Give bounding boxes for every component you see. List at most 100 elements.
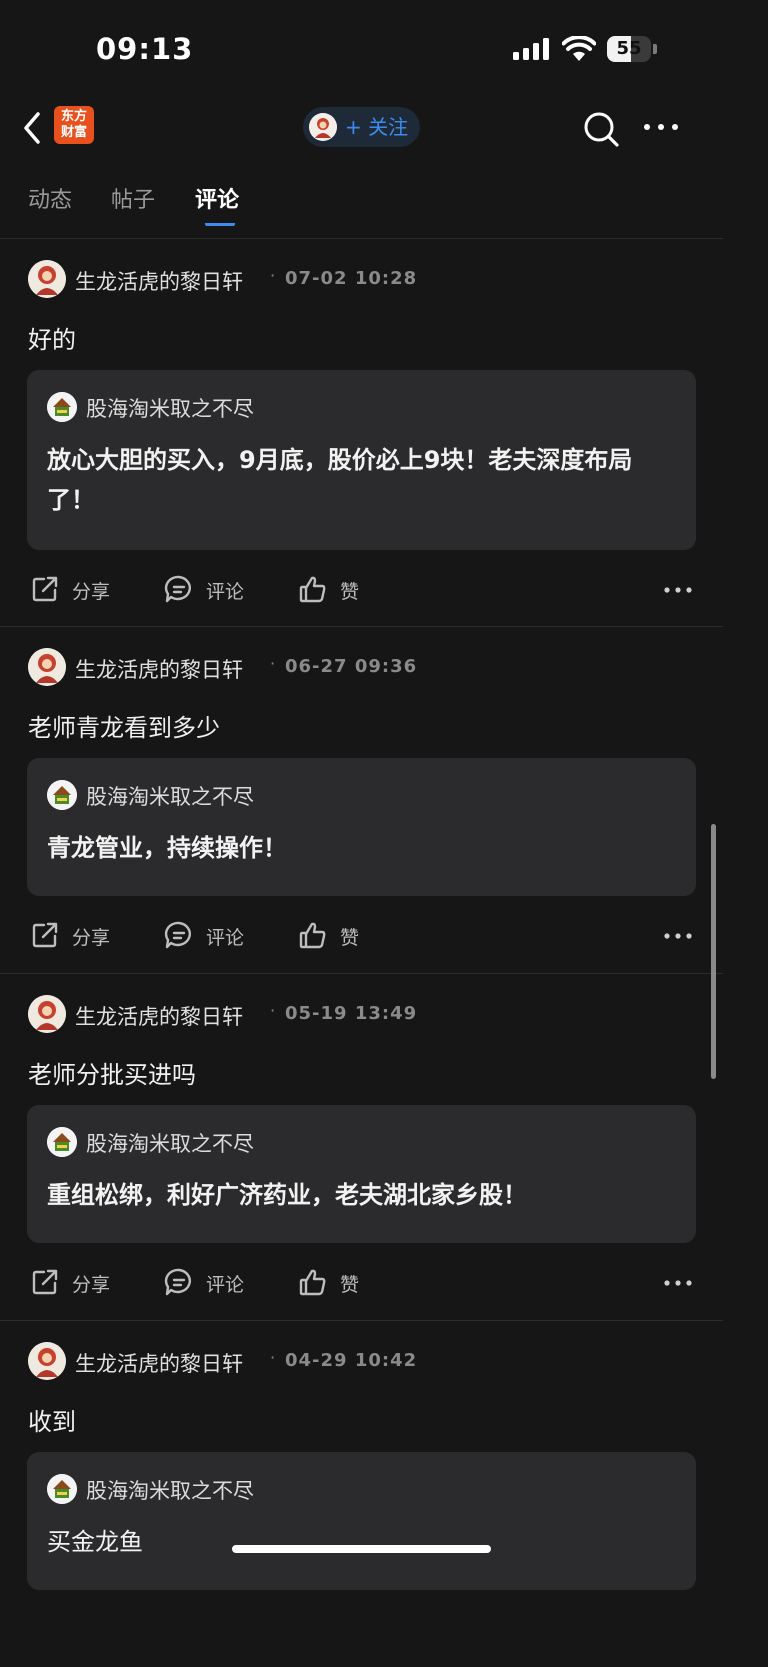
avatar (309, 113, 337, 141)
avatar[interactable] (28, 648, 66, 686)
comment-text: 老师青龙看到多少 (28, 714, 220, 742)
comment-button[interactable]: 评论 (164, 569, 254, 609)
like-button[interactable]: 赞 (298, 569, 368, 609)
avatar[interactable] (28, 995, 66, 1033)
battery-icon: 55 (607, 36, 651, 62)
quoted-avatar (47, 1127, 77, 1157)
cellular-signal-icon (513, 38, 549, 60)
tab-bar: 动态 帖子 评论 (0, 162, 723, 239)
status-time: 09:13 (96, 32, 194, 66)
more-dots-icon[interactable] (664, 1280, 692, 1286)
thumbs-up-icon (299, 922, 326, 949)
comment-text: 收到 (28, 1408, 76, 1436)
quoted-text: 买金龙鱼 (47, 1528, 143, 1556)
separator: · (270, 1348, 276, 1367)
comment-item[interactable]: 生龙活虎的黎日轩 · 04-29 10:42 收到 股海淘米取之不尽 买金龙鱼 (0, 1321, 723, 1667)
separator: · (270, 654, 276, 673)
share-icon (32, 922, 58, 948)
like-label: 赞 (340, 1274, 360, 1296)
action-bar: 分享 评论 赞 (0, 915, 723, 955)
timestamp: 05-19 13:49 (285, 1003, 418, 1024)
quoted-username[interactable]: 股海淘米取之不尽 (86, 1475, 254, 1505)
separator: · (270, 1001, 276, 1020)
comment-label: 评论 (206, 581, 245, 603)
comment-item[interactable]: 生龙活虎的黎日轩 · 07-02 10:28 好的 股海淘米取之不尽 放心大胆的… (0, 239, 723, 627)
tab-comments[interactable]: 评论 (195, 182, 239, 214)
quoted-avatar (47, 780, 77, 810)
like-label: 赞 (340, 581, 360, 603)
share-button[interactable]: 分享 (30, 569, 120, 609)
chevron-left-icon[interactable] (18, 110, 48, 146)
comment-icon (164, 921, 191, 949)
avatar[interactable] (28, 1342, 66, 1380)
timestamp: 07-02 10:28 (285, 268, 418, 289)
comment-text: 老师分批买进吗 (28, 1061, 196, 1089)
username[interactable]: 生龙活虎的黎日轩 (75, 266, 243, 296)
avatar[interactable] (28, 260, 66, 298)
share-button[interactable]: 分享 (30, 915, 120, 955)
timestamp: 06-27 09:36 (285, 656, 418, 677)
follow-label: + 关注 (345, 115, 409, 139)
comment-button[interactable]: 评论 (164, 1262, 254, 1302)
wifi-icon (562, 36, 596, 61)
tab-posts[interactable]: 帖子 (111, 182, 155, 214)
comment-feed: 生龙活虎的黎日轩 · 07-02 10:28 好的 股海淘米取之不尽 放心大胆的… (0, 239, 723, 1667)
more-dots-icon[interactable] (664, 587, 692, 593)
more-dots-icon[interactable] (664, 933, 692, 939)
comment-button[interactable]: 评论 (164, 915, 254, 955)
share-button[interactable]: 分享 (30, 1262, 120, 1302)
search-icon[interactable] (582, 110, 620, 148)
quoted-header: 股海淘米取之不尽 (47, 1474, 676, 1506)
logo-text-bottom: 财富 (60, 125, 87, 140)
quoted-username[interactable]: 股海淘米取之不尽 (86, 1128, 254, 1158)
comment-icon (164, 575, 191, 603)
scrollbar[interactable] (711, 824, 716, 1079)
quoted-username[interactable]: 股海淘米取之不尽 (86, 393, 254, 423)
logo-text-top: 东方 (60, 109, 87, 124)
active-tab-indicator (205, 219, 235, 226)
comment-item[interactable]: 生龙活虎的黎日轩 · 06-27 09:36 老师青龙看到多少 股海淘米取之不尽… (0, 627, 723, 974)
quoted-header: 股海淘米取之不尽 (47, 1127, 676, 1159)
tab-dynamic[interactable]: 动态 (28, 182, 72, 214)
separator: · (270, 266, 276, 285)
battery-tip (653, 44, 657, 54)
quoted-post[interactable]: 股海淘米取之不尽 青龙管业，持续操作！ (27, 758, 696, 896)
username[interactable]: 生龙活虎的黎日轩 (75, 1348, 243, 1378)
like-button[interactable]: 赞 (298, 1262, 368, 1302)
action-bar: 分享 评论 赞 (0, 569, 723, 609)
quoted-text: 放心大胆的买入，9月底，股价必上9块！老夫深度布局了！ (47, 446, 633, 514)
comment-text: 好的 (28, 326, 76, 354)
quoted-post[interactable]: 股海淘米取之不尽 放心大胆的买入，9月底，股价必上9块！老夫深度布局了！ (27, 370, 696, 550)
like-button[interactable]: 赞 (298, 915, 368, 955)
quoted-username[interactable]: 股海淘米取之不尽 (86, 781, 254, 811)
app-logo[interactable]: 东方 财富 (54, 106, 94, 144)
username[interactable]: 生龙活虎的黎日轩 (75, 654, 243, 684)
share-label: 分享 (72, 1274, 111, 1296)
quoted-header: 股海淘米取之不尽 (47, 780, 676, 812)
username[interactable]: 生龙活虎的黎日轩 (75, 1001, 243, 1031)
more-dots-icon[interactable] (642, 118, 680, 136)
share-icon (32, 576, 58, 602)
comment-label: 评论 (206, 927, 245, 949)
nav-bar: 东方 财富 + 关注 (0, 96, 723, 162)
follow-button[interactable]: + 关注 (303, 107, 420, 147)
thumbs-up-icon (299, 1269, 326, 1296)
battery-percent: 55 (616, 38, 642, 59)
home-indicator[interactable] (232, 1545, 491, 1553)
quoted-text: 重组松绑，利好广济药业，老夫湖北家乡股！ (47, 1181, 527, 1209)
timestamp: 04-29 10:42 (285, 1350, 418, 1371)
status-bar: 09:13 55 (0, 0, 723, 96)
comment-label: 评论 (206, 1274, 245, 1296)
comment-icon (164, 1268, 191, 1296)
action-bar: 分享 评论 赞 (0, 1262, 723, 1302)
share-label: 分享 (72, 927, 111, 949)
comment-item[interactable]: 生龙活虎的黎日轩 · 05-19 13:49 老师分批买进吗 股海淘米取之不尽 … (0, 974, 723, 1321)
quoted-header: 股海淘米取之不尽 (47, 392, 676, 424)
like-label: 赞 (340, 927, 360, 949)
quoted-avatar (47, 392, 77, 422)
quoted-post[interactable]: 股海淘米取之不尽 买金龙鱼 (27, 1452, 696, 1590)
quoted-avatar (47, 1474, 77, 1504)
share-icon (32, 1269, 58, 1295)
quoted-post[interactable]: 股海淘米取之不尽 重组松绑，利好广济药业，老夫湖北家乡股！ (27, 1105, 696, 1243)
thumbs-up-icon (299, 576, 326, 603)
